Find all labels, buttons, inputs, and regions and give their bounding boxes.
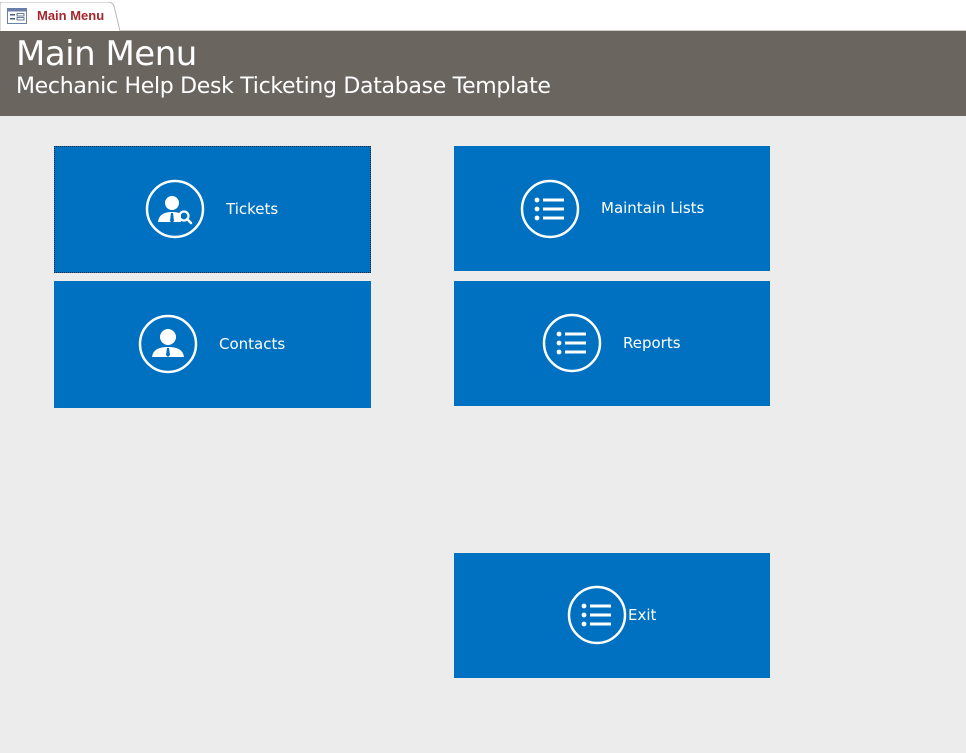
contacts-button[interactable]: Contacts bbox=[54, 281, 371, 408]
exit-button[interactable]: Exit bbox=[454, 553, 770, 678]
maintain-lists-button[interactable]: Maintain Lists bbox=[454, 146, 770, 271]
form-icon bbox=[7, 8, 27, 24]
reports-button[interactable]: Reports bbox=[454, 281, 770, 406]
reports-label: Reports bbox=[623, 334, 681, 352]
maintain-lists-label: Maintain Lists bbox=[601, 199, 705, 217]
list-icon bbox=[542, 313, 602, 373]
exit-label: Exit bbox=[628, 606, 657, 624]
form-header: Main Menu Mechanic Help Desk Ticketing D… bbox=[0, 31, 966, 116]
user-search-icon bbox=[145, 179, 205, 239]
user-icon bbox=[138, 314, 198, 374]
tab-label: Main Menu bbox=[37, 8, 105, 23]
page-subtitle: Mechanic Help Desk Ticketing Database Te… bbox=[16, 74, 551, 99]
list-icon bbox=[567, 585, 627, 645]
tickets-button[interactable]: Tickets bbox=[54, 146, 371, 273]
document-tab-bar: Main Menu bbox=[0, 0, 966, 32]
contacts-label: Contacts bbox=[219, 335, 286, 353]
list-icon bbox=[520, 179, 580, 239]
page-title: Main Menu bbox=[16, 34, 197, 74]
tickets-label: Tickets bbox=[226, 200, 279, 218]
tab-main-menu[interactable]: Main Menu bbox=[0, 2, 120, 32]
